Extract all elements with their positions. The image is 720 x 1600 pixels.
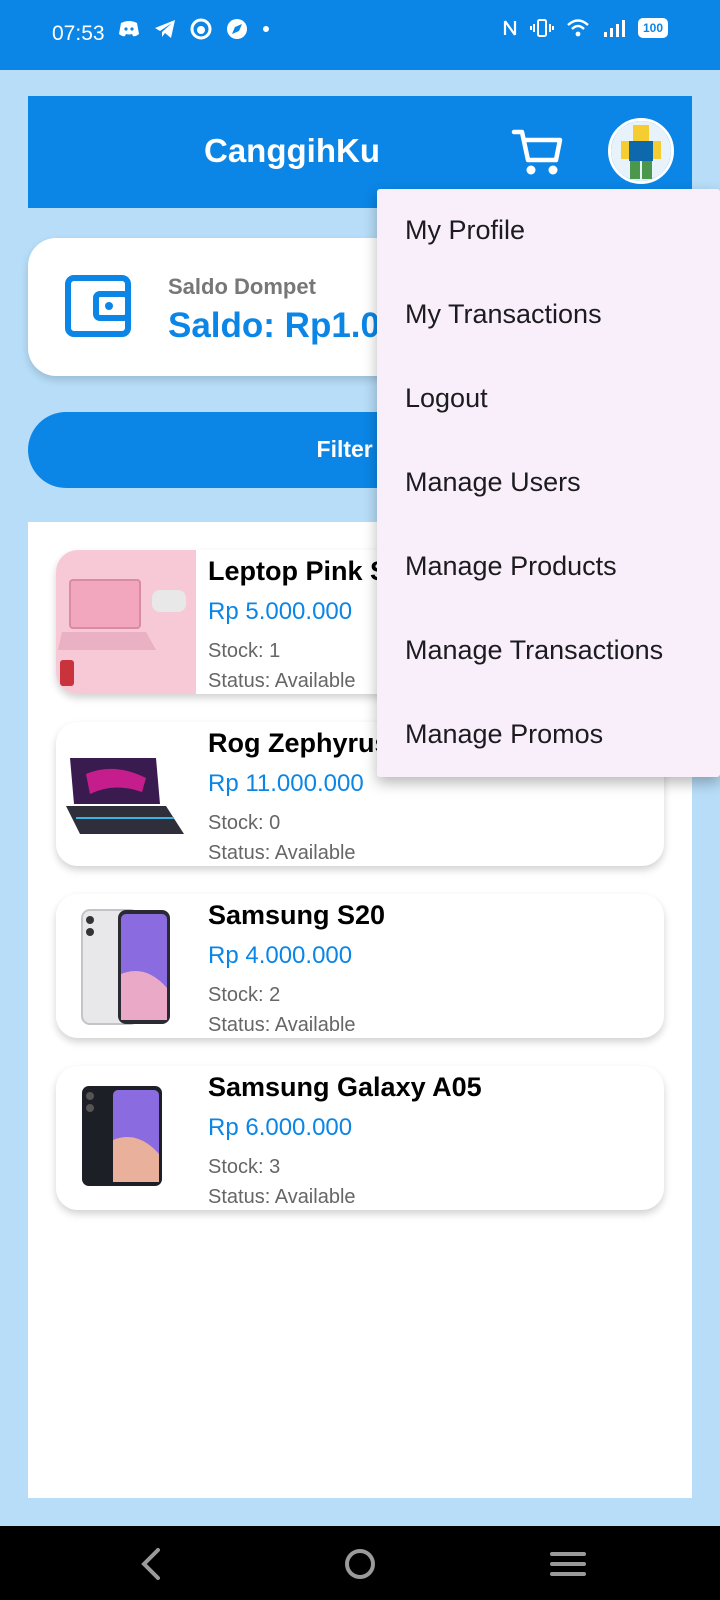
product-price: Rp 4.000.000 <box>208 942 353 969</box>
product-card[interactable]: Samsung S20 Rp 4.000.000 Stock: 2 Status… <box>56 894 664 1038</box>
home-icon[interactable] <box>340 1544 380 1584</box>
cart-icon[interactable] <box>510 124 566 180</box>
product-price: Rp 5.000.000 <box>208 598 353 625</box>
product-stock: Stock: 3 <box>208 1156 281 1178</box>
back-icon[interactable] <box>132 1544 172 1584</box>
vibrate-icon <box>529 19 554 37</box>
product-name: Samsung Galaxy A05 <box>208 1072 482 1102</box>
nfc-icon <box>503 20 517 36</box>
battery-level: 100 <box>637 18 668 38</box>
menu-item-my-transactions[interactable]: My Transactions <box>405 299 602 330</box>
product-image <box>56 550 196 694</box>
discord-icon <box>119 21 139 37</box>
product-image <box>56 722 196 866</box>
product-status: Status: Available <box>208 1186 356 1208</box>
notification-icons <box>118 18 270 40</box>
recents-icon[interactable] <box>548 1544 588 1584</box>
app-title: CanggihKu <box>204 132 380 169</box>
telegram-icon <box>155 20 175 38</box>
wifi-icon <box>567 19 589 37</box>
product-image <box>56 894 196 1038</box>
product-stock: Stock: 0 <box>208 812 281 834</box>
messenger-icon <box>190 18 212 40</box>
product-name: Rog Zephyrus <box>208 728 390 758</box>
product-image <box>56 1066 196 1210</box>
product-stock: Stock: 2 <box>208 984 281 1006</box>
avatar[interactable] <box>608 118 674 184</box>
dot-icon <box>263 26 269 32</box>
signal-icon <box>603 20 625 37</box>
product-price: Rp 6.000.000 <box>208 1114 353 1141</box>
product-status: Status: Available <box>208 670 356 692</box>
menu-item-manage-transactions[interactable]: Manage Transactions <box>405 635 663 666</box>
product-status: Status: Available <box>208 842 356 864</box>
system-icons: 100 <box>502 18 668 38</box>
product-stock: Stock: 1 <box>208 640 281 662</box>
compass-icon <box>227 19 247 39</box>
menu-item-manage-users[interactable]: Manage Users <box>405 467 581 498</box>
product-name: Samsung S20 <box>208 900 386 930</box>
status-bar: 07:53 100 <box>0 0 720 70</box>
profile-dropdown-menu: My Profile My Transactions Logout Manage… <box>377 189 720 777</box>
menu-item-manage-promos[interactable]: Manage Promos <box>405 719 603 750</box>
system-navigation-bar <box>0 1526 720 1600</box>
wallet-balance: Saldo: Rp1.00 <box>168 306 400 345</box>
product-status: Status: Available <box>208 1014 356 1036</box>
wallet-icon <box>65 275 131 337</box>
product-name: Leptop Pink S <box>208 556 389 586</box>
menu-item-logout[interactable]: Logout <box>405 383 488 414</box>
menu-item-manage-products[interactable]: Manage Products <box>405 551 617 582</box>
product-card[interactable]: Samsung Galaxy A05 Rp 6.000.000 Stock: 3… <box>56 1066 664 1210</box>
menu-item-my-profile[interactable]: My Profile <box>405 215 525 246</box>
wallet-caption: Saldo Dompet <box>168 274 316 299</box>
product-price: Rp 11.000.000 <box>208 770 364 797</box>
avatar-image <box>611 121 671 181</box>
status-time: 07:53 <box>52 22 105 45</box>
